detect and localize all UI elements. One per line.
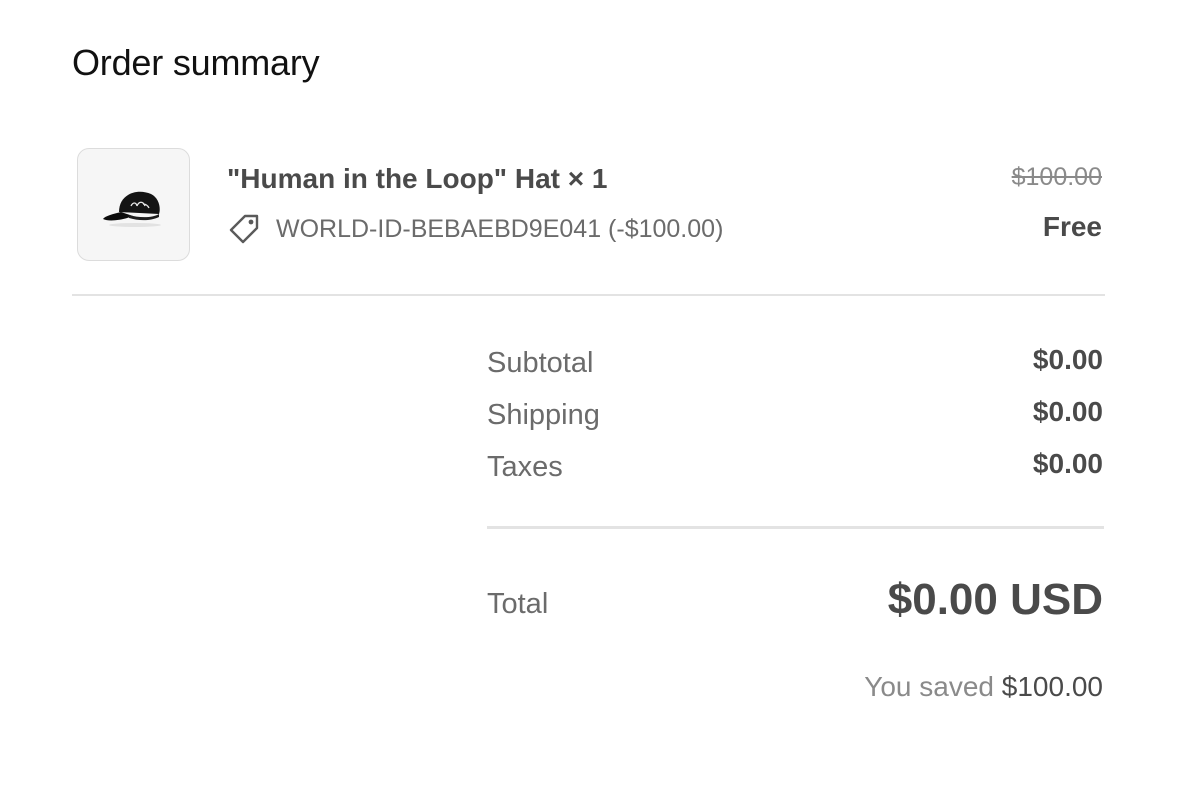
subtotal-value: $0.00 xyxy=(1032,344,1103,375)
tag-icon xyxy=(229,214,259,244)
page-title: Order summary xyxy=(72,42,320,83)
taxes-label: Taxes xyxy=(487,451,563,483)
total-value: $0.00 USD xyxy=(887,575,1103,624)
divider xyxy=(72,294,1105,296)
discount-code-text: WORLD-ID-BEBAEBD9E041 (-$100.00) xyxy=(276,214,724,243)
savings-amount: $100.00 xyxy=(1001,671,1103,702)
product-name: "Human in the Loop" Hat × 1 xyxy=(227,163,608,194)
discount-code: WORLD-ID-BEBAEBD9E041 (-$100.00) xyxy=(227,212,723,246)
subtotal-label: Subtotal xyxy=(487,347,594,379)
black-cap-icon xyxy=(102,191,161,227)
savings-label: You saved xyxy=(864,671,994,702)
taxes-value: $0.00 xyxy=(1032,448,1103,479)
divider xyxy=(487,526,1104,529)
original-price: $100.00 xyxy=(1011,163,1102,191)
shipping-label: Shipping xyxy=(487,399,600,431)
product-thumbnail xyxy=(77,148,190,261)
total-label: Total xyxy=(487,588,549,620)
savings-note: You saved $100.00 xyxy=(864,671,1103,703)
shipping-value: $0.00 xyxy=(1032,396,1103,427)
final-price: Free xyxy=(1042,211,1102,242)
